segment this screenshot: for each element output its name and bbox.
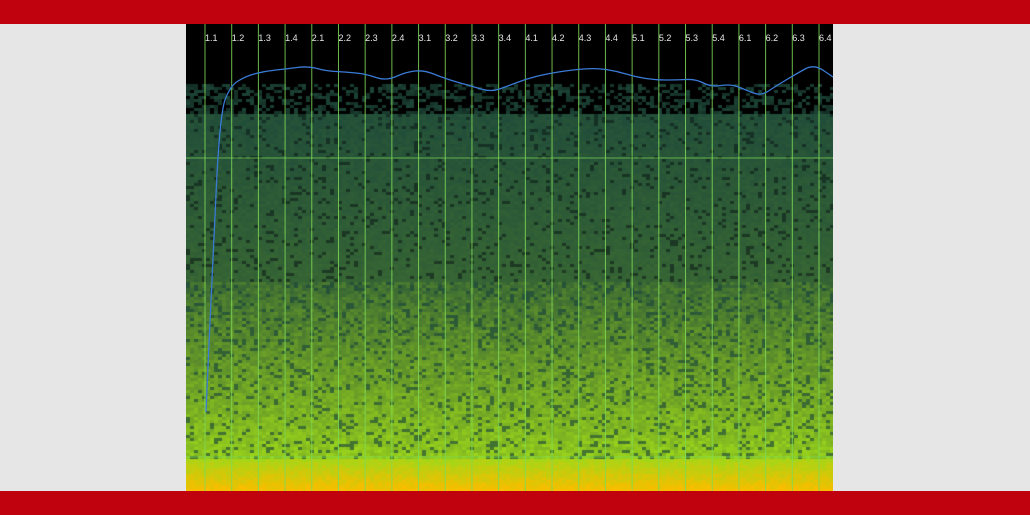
beat-label: 4.4: [605, 33, 618, 43]
spectrogram-view[interactable]: 1.1 1.2 1.3 1.4 2.1 2.2 2.3 2.4 3.1 3.2 3.3 3.4 4.1 4…: [186, 24, 833, 491]
beat-label: 3.2: [445, 33, 458, 43]
beat-label: 1.2: [232, 33, 245, 43]
beat-label: 3.4: [499, 33, 512, 43]
bottom-frame-bar: [0, 491, 1030, 515]
beat-label: 1.3: [258, 33, 271, 43]
top-frame-bar: [0, 0, 1030, 24]
left-margin: [0, 24, 186, 491]
beat-label: 2.3: [365, 33, 378, 43]
beat-label: 2.4: [392, 33, 405, 43]
beat-label: 2.1: [312, 33, 325, 43]
beat-label: 1.4: [285, 33, 298, 43]
beat-labels: 1.1 1.2 1.3 1.4 2.1 2.2 2.3 2.4 3.1 3.2 3.3 3.4 4.1 4…: [205, 33, 832, 43]
beat-label: 4.1: [525, 33, 538, 43]
beat-label: 5.4: [712, 33, 725, 43]
beat-label: 5.1: [632, 33, 645, 43]
right-margin: [833, 24, 1030, 491]
beat-label: 6.2: [766, 33, 779, 43]
beat-label: 6.3: [792, 33, 805, 43]
beat-label: 4.2: [552, 33, 565, 43]
beat-label: 4.3: [579, 33, 592, 43]
beat-grid-lines: [204, 24, 820, 491]
beat-label: 6.4: [819, 33, 832, 43]
beat-label: 3.3: [472, 33, 485, 43]
beat-label: 2.2: [338, 33, 351, 43]
beat-label: 5.3: [686, 33, 699, 43]
beat-label: 5.2: [659, 33, 672, 43]
beat-grid-overlay: 1.1 1.2 1.3 1.4 2.1 2.2 2.3 2.4 3.1 3.2 3.3 3.4 4.1 4…: [186, 24, 833, 491]
beat-label: 3.1: [419, 33, 432, 43]
beat-label: 1.1: [205, 33, 218, 43]
beat-label: 6.1: [739, 33, 752, 43]
